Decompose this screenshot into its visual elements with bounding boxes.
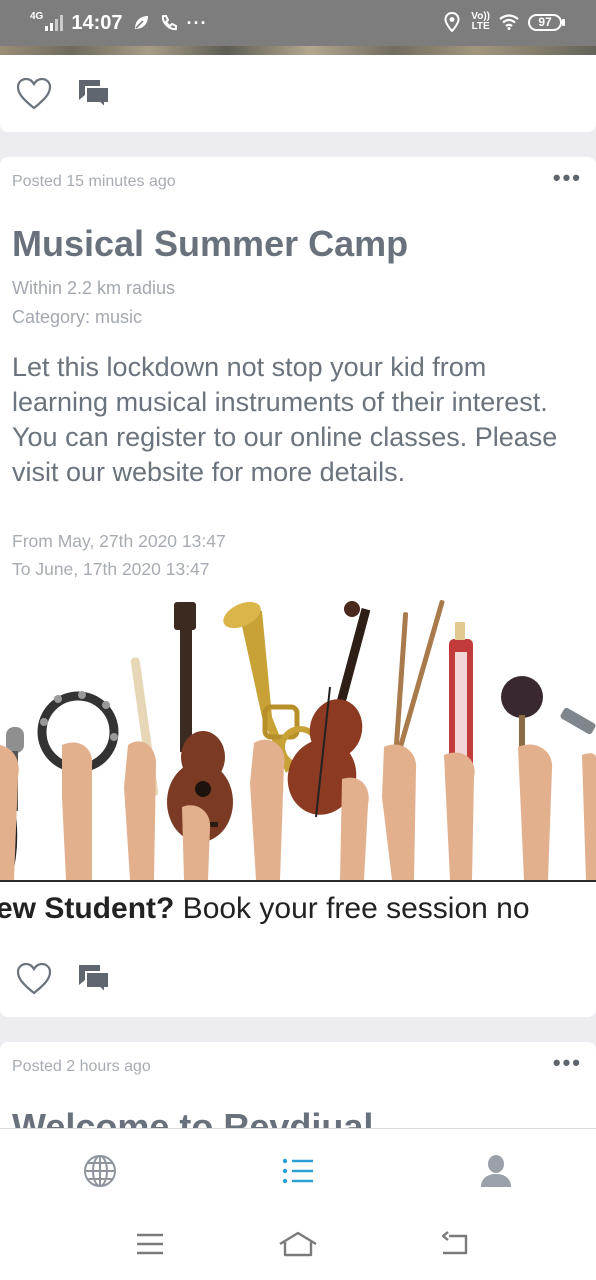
volte-indicator: Vo)) LTE [471,11,490,32]
location-icon [442,12,462,32]
post-start-date: From May, 27th 2020 13:47 [12,531,226,551]
ukulele-icon [167,602,233,842]
list-icon [282,1157,314,1190]
comment-icon[interactable] [76,77,112,116]
next-post-time: Posted 2 hours ago [12,1058,151,1075]
post-card: Posted 15 minutes ago ••• Musical Summer… [0,157,596,1017]
maraca-icon [501,676,543,755]
home-nav-button[interactable] [278,1228,318,1264]
banner-divider [0,880,596,882]
globe-icon [83,1154,117,1193]
heart-icon[interactable] [16,962,52,1001]
post-category: Category: music [12,307,143,327]
network-type: 4G [30,11,44,22]
tab-feed[interactable] [278,1153,318,1193]
post-end-date: To June, 17th 2020 13:47 [12,559,210,579]
phone-icon [159,13,179,33]
profile-icon [480,1154,512,1193]
back-nav-button[interactable] [434,1228,474,1264]
post-body: Let this lockdown not stop your kid from… [12,352,558,487]
system-nav-bar [0,1214,596,1280]
status-time: 14:07 [71,12,123,34]
previous-post-card [0,55,596,132]
post-image[interactable] [0,597,596,880]
status-bar: 4G 14:07 ··· Vo)) LTE 97 [0,0,596,46]
bottom-tab-bar [0,1128,596,1214]
previous-post-actions [16,77,112,116]
post-more-button[interactable]: ••• [553,167,582,189]
menu-icon [135,1232,165,1261]
melodica-icon [449,622,473,774]
tab-explore[interactable] [80,1153,120,1193]
drumsticks-icon [392,600,445,762]
post-time: Posted 15 minutes ago [12,173,176,190]
tab-profile[interactable] [476,1153,516,1193]
home-icon [278,1230,318,1263]
post-title: Musical Summer Camp [12,223,409,264]
leaf-icon [131,13,151,33]
menu-nav-button[interactable] [130,1228,170,1264]
signal-icon [45,15,64,31]
banner-caption: ew Student? Book your free session no [0,892,530,925]
status-overflow: ··· [186,13,208,33]
harmonica-icon [560,707,596,735]
battery-icon: 97 [528,13,565,31]
comment-icon[interactable] [76,962,112,1001]
previous-post-image [0,46,596,55]
wifi-icon [499,12,519,32]
post-radius: Within 2.2 km radius [12,278,176,298]
next-post-more-button[interactable]: ••• [553,1052,582,1074]
heart-icon[interactable] [16,77,52,116]
back-icon [439,1230,469,1262]
post-actions [16,962,112,1001]
